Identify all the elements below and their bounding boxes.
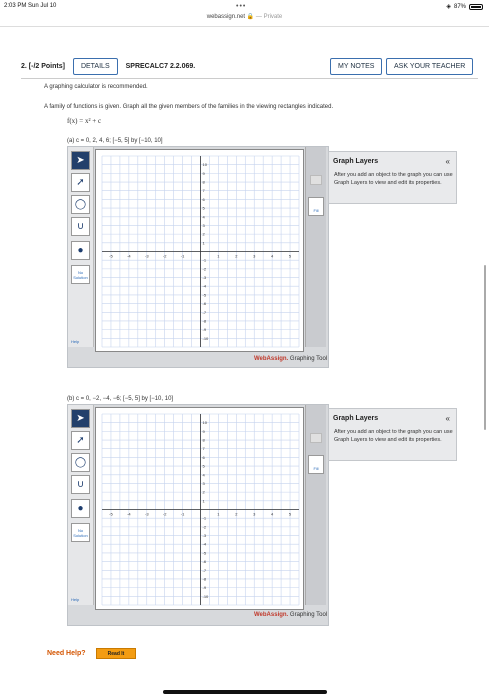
x-tick-label: -4 [127,512,131,517]
my-notes-button[interactable]: MY NOTES [330,58,383,75]
toolbar-b: ➤ ➚ ◯ ∪ ● No Solution Help [68,405,94,605]
side-tools-b: Fill [305,405,326,605]
graph-layers-description: After you add an object to the graph you… [334,429,453,443]
status-right: ◈ 87% [446,3,483,10]
x-tick-label: 2 [235,254,238,259]
graph-canvas-b[interactable]: -5 -4 -3 -2 -1 1 2 3 4 5 10 9 8 7 6 5 4 3 2 1 -1 -2 -3 -4 -5 -6 -7… [95,407,304,610]
x-tick-label: 5 [289,512,292,517]
battery-icon [469,3,483,10]
toolbar-a: ➤ ➚ ◯ ∪ ● No Solution Help [68,147,94,347]
delete-icon[interactable] [310,175,322,185]
question-number: 2. [-/2 Points] [21,63,65,70]
y-tick-label: 10 [203,162,208,167]
graph-canvas-a[interactable]: -5 -4 -3 -2 -1 1 2 3 4 5 10 9 8 7 6 5 4 3 2 1 -1 -2 -3 -4 -5 -6 -7… [95,149,304,352]
instruction-text: A family of functions is given. Graph al… [44,104,334,110]
line-tool-icon[interactable]: ➚ [71,431,90,450]
x-tick-label: 2 [235,512,238,517]
x-tick-label: 4 [271,512,274,517]
ask-teacher-button[interactable]: ASK YOUR TEACHER [386,58,474,75]
browser-more-dots[interactable]: ••• [236,3,246,10]
parabola-tool-icon[interactable]: ∪ [71,217,90,236]
function-definition: f(x) = x² + c [67,117,102,125]
graph-layers-panel-b: Graph Layers « After you add an object t… [328,408,457,461]
help-icon[interactable]: Help [71,339,79,344]
pointer-tool-icon[interactable]: ➤ [71,409,90,428]
wifi-icon: ◈ [446,4,451,10]
x-tick-label: -2 [163,512,167,517]
x-tick-label: -5 [109,512,113,517]
fit-button[interactable]: Fill [308,197,324,216]
fit-button[interactable]: Fill [308,455,324,474]
no-solution-button[interactable]: No Solution [71,523,90,542]
x-tick-label: -1 [181,254,185,259]
x-tick-label: 5 [289,254,292,259]
y-tick-label: -10 [203,594,210,599]
read-it-button[interactable]: Read It [96,648,136,659]
webassign-logo: WebAssign. Graphing Tool [254,356,328,362]
question-code: SPRECALC7 2.2.069. [125,63,196,70]
point-tool-icon[interactable]: ● [71,241,90,260]
lock-icon: 🔒 [246,14,255,20]
webassign-logo: WebAssign. Graphing Tool [254,612,328,618]
battery-percent: 87% [453,3,466,10]
parabola-tool-icon[interactable]: ∪ [71,475,90,494]
address-bar[interactable]: webassign.net 🔒 — Private [0,13,489,20]
collapse-icon[interactable]: « [446,414,450,423]
pointer-tool-icon[interactable]: ➤ [71,151,90,170]
divider [0,26,489,27]
graph-grid: -5 -4 -3 -2 -1 1 2 3 4 510987654321-1-2-3-4-5-6-7… [101,155,300,348]
x-tick-label: -2 [163,254,167,259]
circle-tool-icon[interactable]: ◯ [71,195,90,214]
need-help-label: Need Help? [47,650,86,657]
private-label: — Private [255,14,283,20]
graph-layers-description: After you add an object to the graph you… [334,172,453,186]
calculator-note: A graphing calculator is recommended. [44,84,148,90]
x-tick-label: -5 [109,254,113,259]
x-tick-label: 1 [217,254,220,259]
no-solution-button[interactable]: No Solution [71,265,90,284]
graph-layers-title: Graph Layers [333,415,379,422]
scrollbar[interactable] [484,265,486,430]
part-b-label: (b) c = 0, −2, −4, −6; [−5, 5] by [−10, … [67,396,174,402]
graph-layers-panel-a: Graph Layers « After you add an object t… [328,151,457,204]
x-tick-label: -1 [181,512,185,517]
x-tick-label: -3 [145,254,149,259]
help-icon[interactable]: Help [71,597,79,602]
x-tick-label: 3 [253,254,256,259]
side-tools-a: Fill [305,147,326,347]
home-indicator[interactable] [163,690,327,694]
part-a-label: (a) c = 0, 2, 4, 6; [−5, 5] by [−10, 10] [67,138,163,144]
x-tick-label: -4 [127,254,131,259]
y-tick-label: 10 [203,420,208,425]
url-text: webassign.net [206,14,246,20]
x-tick-label: -3 [145,512,149,517]
divider [21,78,478,79]
details-button[interactable]: DETAILS [72,58,118,75]
collapse-icon[interactable]: « [446,157,450,166]
x-tick-label: 1 [217,512,220,517]
delete-icon[interactable] [310,433,322,443]
question-header: 2. [-/2 Points] DETAILS SPRECALC7 2.2.06… [21,58,195,75]
circle-tool-icon[interactable]: ◯ [71,453,90,472]
x-tick-label: 3 [253,512,256,517]
line-tool-icon[interactable]: ➚ [71,173,90,192]
point-tool-icon[interactable]: ● [71,499,90,518]
x-tick-label: 4 [271,254,274,259]
y-tick-label: -10 [203,336,210,341]
graph-layers-title: Graph Layers [333,158,379,165]
status-time: 2:03 PM Sun Jul 10 [4,3,57,9]
graph-grid: -5 -4 -3 -2 -1 1 2 3 4 510987654321-1-2-3-4-5-6-7… [101,413,300,606]
